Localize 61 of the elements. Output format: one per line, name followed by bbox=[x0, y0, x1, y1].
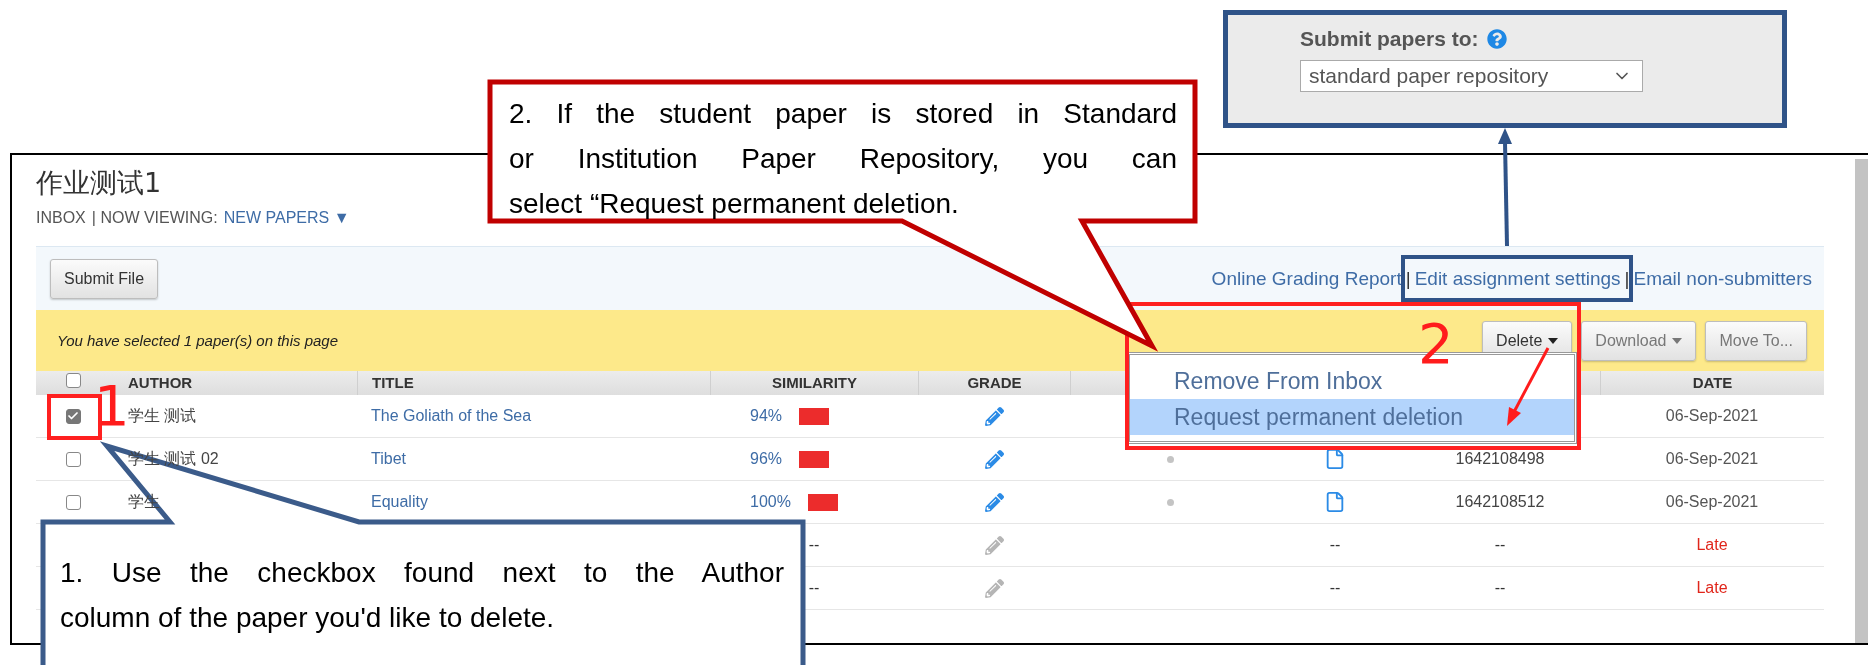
paper-id: -- bbox=[1494, 536, 1506, 554]
similarity-score[interactable]: 100% bbox=[750, 493, 791, 511]
toolbar-link[interactable]: Edit assignment settings bbox=[1414, 267, 1621, 290]
pencil-icon[interactable] bbox=[984, 406, 1004, 426]
similarity-bar bbox=[799, 450, 830, 468]
submission-date: 06-Sep-2021 bbox=[1665, 493, 1759, 511]
column-header: SIMILARITY bbox=[772, 374, 857, 391]
late-status: Late bbox=[1696, 536, 1728, 554]
file-cell: -- bbox=[1329, 536, 1341, 554]
status-dot bbox=[1166, 455, 1174, 463]
scrollbar[interactable] bbox=[1855, 159, 1868, 643]
column-header: TITLE bbox=[372, 374, 414, 391]
similarity-score[interactable]: 96% bbox=[750, 450, 783, 468]
author-name: 学生 测试 bbox=[128, 405, 197, 426]
file-icon[interactable] bbox=[1324, 491, 1346, 513]
toolbar-link[interactable]: Email non-submitters bbox=[1633, 267, 1812, 290]
pencil-icon bbox=[984, 535, 1004, 555]
column-header: GRADE bbox=[967, 374, 1022, 391]
pencil-icon[interactable] bbox=[984, 449, 1004, 469]
submission-date: 06-Sep-2021 bbox=[1665, 450, 1759, 468]
setting-label: Submit papers to: bbox=[1300, 27, 1479, 51]
paper-title-link[interactable]: The Goliath of the Sea bbox=[371, 407, 532, 425]
paper-title-link[interactable]: Tibet bbox=[371, 450, 406, 468]
pencil-icon bbox=[984, 578, 1004, 598]
file-icon[interactable] bbox=[1324, 448, 1346, 470]
callout-text: 1. Use the checkbox found next to the Author column of the paper you'd like to delete. bbox=[60, 556, 784, 635]
pencil-icon[interactable] bbox=[984, 492, 1004, 512]
similarity-score: -- bbox=[808, 579, 820, 597]
paper-id: 1642108498 bbox=[1455, 450, 1545, 468]
late-status: Late bbox=[1696, 579, 1728, 597]
file-cell: -- bbox=[1329, 579, 1341, 597]
callout-text: 2. If the student paper is stored in Standard or Institution Paper Repository, you can select “Request permanent deletion. bbox=[509, 97, 1177, 221]
breadcrumb: INBOX bbox=[36, 208, 86, 228]
similarity-score[interactable]: 94% bbox=[750, 407, 783, 425]
similarity-bar bbox=[799, 407, 830, 425]
checkbox[interactable] bbox=[65, 494, 81, 510]
paper-title-link[interactable]: Equality bbox=[371, 493, 428, 511]
toolbar-link[interactable]: Online Grading Report bbox=[1211, 267, 1402, 290]
paper-id: -- bbox=[1494, 579, 1506, 597]
selection-message: You have selected 1 paper(s) on this page bbox=[57, 332, 339, 349]
similarity-bar bbox=[807, 493, 838, 511]
link-separator: | bbox=[1405, 267, 1411, 290]
column-header: AUTHOR bbox=[128, 374, 193, 391]
status-dot bbox=[1166, 498, 1174, 506]
submit-file-button[interactable]: Submit File bbox=[50, 258, 159, 299]
checkbox[interactable] bbox=[65, 451, 81, 467]
submission-date: 06-Sep-2021 bbox=[1665, 407, 1759, 425]
view-menu-link[interactable]: NEW PAPERS ▼ bbox=[223, 207, 350, 229]
link-separator: | bbox=[1624, 267, 1630, 290]
paper-id: 1642108512 bbox=[1455, 493, 1545, 511]
help-icon[interactable] bbox=[1486, 29, 1507, 49]
checkbox[interactable] bbox=[65, 408, 81, 424]
checkbox[interactable] bbox=[65, 373, 81, 388]
highlight-frame bbox=[47, 394, 102, 440]
menu-item[interactable]: Request permanent deletion bbox=[1130, 399, 1574, 435]
similarity-score: -- bbox=[808, 536, 820, 554]
repository-select[interactable]: standard paper repository bbox=[1300, 60, 1643, 92]
assignment-title: 作业测试1 bbox=[36, 167, 163, 199]
column-header: DATE bbox=[1692, 374, 1733, 391]
viewing-label: | NOW VIEWING: bbox=[91, 208, 218, 228]
menu-item[interactable]: Remove From Inbox bbox=[1130, 363, 1574, 399]
